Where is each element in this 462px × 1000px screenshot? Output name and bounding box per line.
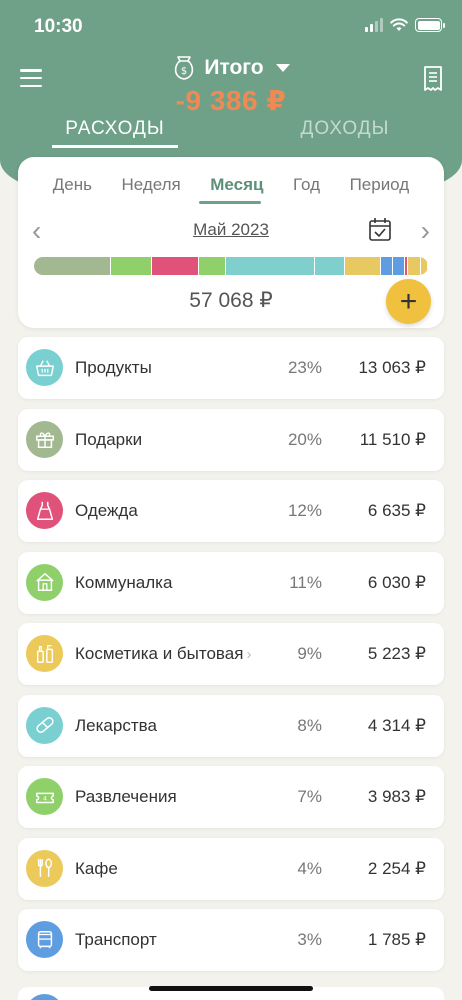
category-amount: 11 510 ₽ [359, 429, 426, 449]
period-tabs: День Неделя Месяц Год Период [18, 175, 444, 195]
category-percent: 12% [287, 501, 322, 520]
share-bar-segment [199, 257, 226, 275]
category-list: Продукты 23% 13 063 ₽ Подарки 20% 11 510… [18, 337, 444, 981]
category-percent: 23% [287, 358, 322, 377]
category-percent: 20% [287, 429, 322, 449]
pill-icon [26, 706, 63, 744]
category-name: Косметика и бытовая › [75, 644, 252, 663]
summary-card: День Неделя Месяц Год Период ‹ Май 2023 … [18, 157, 444, 328]
bus-icon [26, 921, 63, 958]
category-amount: 6 635 ₽ [367, 501, 426, 520]
cosmetics-icon [26, 635, 63, 672]
svg-text:4: 4 [42, 794, 46, 802]
category-name: Коммуналка [75, 572, 173, 592]
share-bar-segment [421, 257, 428, 275]
share-bar-segment [111, 257, 152, 275]
period-tab-year[interactable]: Год [293, 175, 320, 195]
cutlery-icon [26, 849, 63, 887]
category-name: Подарки [75, 429, 143, 449]
tab-expenses-indicator [52, 145, 178, 148]
svg-text:$: $ [181, 66, 187, 77]
category-row[interactable]: Подарки 20% 11 510 ₽ [18, 408, 444, 471]
category-name: Кафе [75, 858, 118, 878]
ticket-icon: 4 [26, 778, 63, 815]
share-bar-segment [381, 257, 393, 275]
share-bar-segment [226, 257, 315, 275]
basket-icon [26, 349, 63, 386]
dress-icon [26, 492, 63, 529]
chevron-right-icon: › [246, 646, 252, 663]
category-name: Одежда [75, 501, 138, 520]
category-amount: 4 314 ₽ [367, 715, 426, 735]
period-tab-month[interactable]: Месяц [210, 175, 263, 195]
share-bar-segment [152, 257, 199, 275]
wifi-icon [390, 18, 408, 31]
category-name: Развлечения [75, 787, 177, 806]
calendar-check-icon[interactable] [369, 217, 391, 241]
account-selector[interactable]: $ Итого [0, 55, 462, 81]
category-percent: 9% [297, 644, 322, 663]
category-name: Транспорт [75, 930, 157, 949]
category-share-bar [34, 257, 428, 275]
period-total: 57 068 ₽ [189, 289, 273, 312]
house-icon [26, 563, 63, 601]
category-amount: 5 223 ₽ [367, 644, 426, 663]
battery-icon [415, 18, 445, 32]
category-percent: 8% [297, 715, 322, 735]
home-indicator [149, 986, 313, 991]
tab-expenses[interactable]: РАСХОДЫ [52, 118, 178, 140]
category-row[interactable]: Лекарства 8% 4 314 ₽ [18, 694, 444, 757]
category-amount: 13 063 ₽ [358, 358, 426, 377]
share-bar-segment [408, 257, 421, 275]
share-bar-segment [345, 257, 381, 275]
period-tab-indicator [199, 201, 261, 204]
category-percent: 4% [297, 858, 322, 878]
chevron-down-icon [275, 64, 290, 72]
money-bag-icon: $ [175, 56, 194, 80]
category-row[interactable]: Транспорт 3% 1 785 ₽ [18, 909, 444, 971]
category-amount: 2 254 ₽ [367, 858, 426, 878]
status-icons [365, 18, 445, 32]
category-row[interactable]: Коммуналка 11% 6 030 ₽ [18, 551, 444, 614]
status-bar: 10:30 [0, 0, 462, 50]
category-row[interactable]: Косметика и бытовая › 9% 5 223 ₽ [18, 623, 444, 685]
period-tab-week[interactable]: Неделя [121, 175, 180, 195]
category-amount: 6 030 ₽ [367, 572, 426, 592]
category-row[interactable]: Продукты 23% 13 063 ₽ [18, 337, 444, 399]
status-time: 10:30 [34, 16, 83, 37]
add-transaction-button[interactable]: + [386, 279, 431, 324]
category-percent: 7% [297, 787, 322, 806]
share-bar-segment [393, 257, 405, 275]
category-percent: 3% [297, 930, 322, 949]
account-title: Итого [204, 56, 264, 79]
category-row[interactable]: 4 Развлечения 7% 3 983 ₽ [18, 766, 444, 828]
share-bar-segment [34, 257, 111, 275]
next-month-button[interactable]: › [421, 215, 430, 247]
period-tab-day[interactable]: День [53, 175, 92, 195]
category-name: Продукты [75, 358, 152, 377]
category-percent: 11% [289, 572, 322, 592]
share-bar-segment [315, 257, 345, 275]
category-name: Лекарства [75, 715, 157, 735]
category-amount: 1 785 ₽ [367, 930, 426, 949]
category-row[interactable]: Кафе 4% 2 254 ₽ [18, 837, 444, 900]
total-balance: -9 386 ₽ [175, 85, 287, 116]
category-icon [26, 994, 63, 1000]
gift-icon [26, 420, 63, 458]
category-row[interactable]: Одежда 12% 6 635 ₽ [18, 480, 444, 542]
category-amount: 3 983 ₽ [367, 787, 426, 806]
tab-income[interactable]: ДОХОДЫ [282, 118, 408, 140]
cellular-signal-icon [365, 18, 383, 32]
period-tab-custom[interactable]: Период [350, 175, 410, 195]
